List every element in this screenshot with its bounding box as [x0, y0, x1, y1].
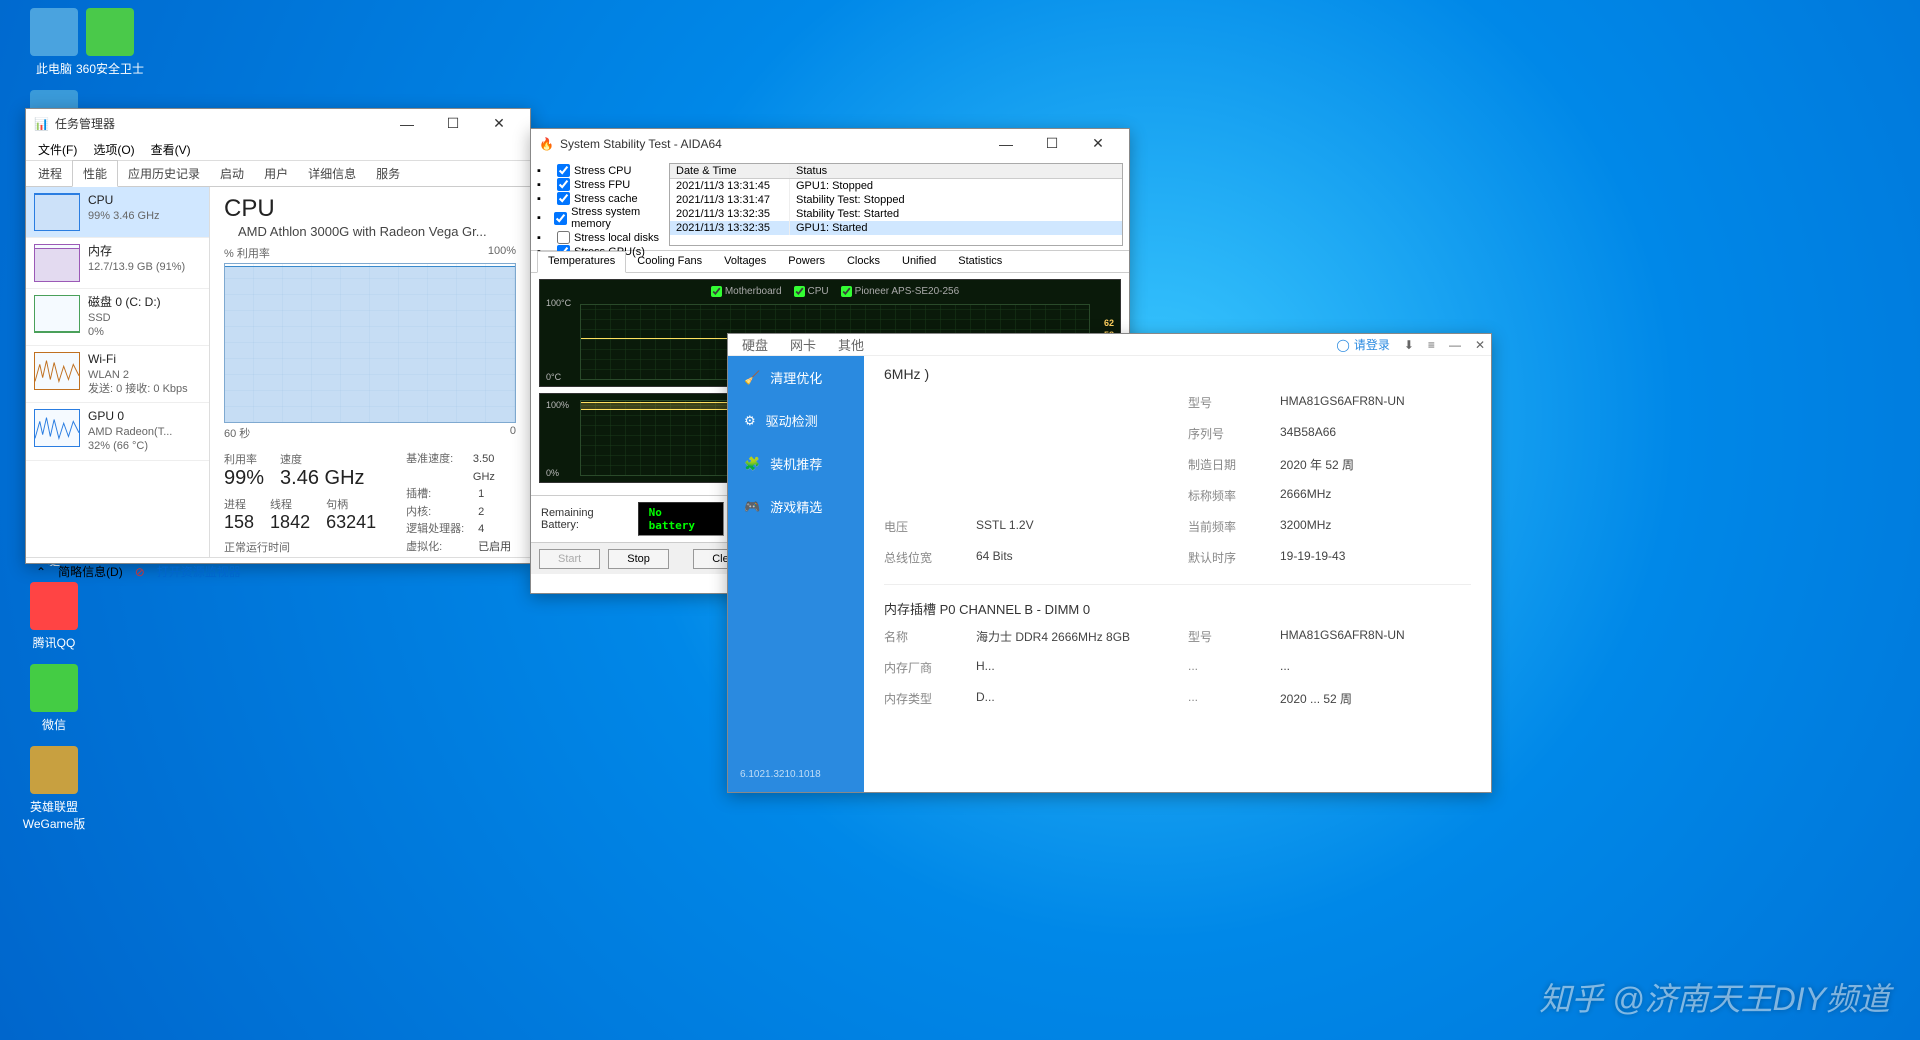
main-panel: 6MHz ) 型号HMA81GS6AFR8N-UN序列号34B58A66制造日期… [864, 356, 1491, 792]
chart-tab[interactable]: Cooling Fans [626, 251, 713, 272]
tab[interactable]: 应用历史记录 [118, 161, 210, 186]
hardware-info-window: 硬盘 网卡 其他 ◯请登录 ⬇ ≡ — ✕ 🧹清理优化⚙驱动检测🧩装机推荐🎮游戏精选… [727, 333, 1492, 793]
titlebar[interactable]: 🔥 System Stability Test - AIDA64 — ☐ ✕ [531, 129, 1129, 159]
section-title: 6MHz ) [884, 366, 1471, 382]
desktop-icon[interactable]: 腾讯QQ [14, 582, 94, 651]
open-resource-monitor-link[interactable]: 打开资源监视器 [157, 563, 241, 580]
sidebar-item[interactable]: 🎮游戏精选 [728, 485, 864, 528]
desktop-icon[interactable]: 360安全卫士 [70, 8, 150, 77]
tab[interactable]: 详细信息 [298, 161, 366, 186]
游戏精选-icon: 🎮 [744, 499, 760, 515]
tab[interactable]: 服务 [366, 161, 410, 186]
close-button[interactable]: ✕ [476, 109, 522, 139]
stress-checkbox[interactable]: ▪ Stress FPU [537, 178, 663, 191]
chart-tab[interactable]: Voltages [713, 251, 777, 272]
app-icon: 📊 [34, 117, 49, 131]
装机推荐-icon: 🧩 [744, 456, 760, 472]
hw-top-tab[interactable]: 硬盘 [742, 335, 768, 354]
perf-sidebar-item[interactable]: 磁盘 0 (C: D:)SSD0% [26, 289, 209, 346]
stress-checkbox[interactable]: ▪ Stress system memory [537, 206, 663, 230]
window-title: System Stability Test - AIDA64 [560, 137, 722, 151]
chart-tab[interactable]: Unified [891, 251, 947, 272]
menu-item[interactable]: 选项(O) [85, 141, 142, 158]
version-label: 6.1021.3210.1018 [728, 761, 833, 788]
close-button[interactable]: ✕ [1475, 338, 1485, 352]
task-manager-window: 📊 任务管理器 — ☐ ✕ 文件(F)选项(O)查看(V) 进程性能应用历史记录启… [25, 108, 531, 564]
start-button[interactable]: Start [539, 549, 600, 569]
window-title: 任务管理器 [55, 115, 115, 132]
event-log: Date & TimeStatus 2021/11/3 13:31:45GPU1… [669, 163, 1123, 246]
maximize-button[interactable]: ☐ [430, 109, 476, 139]
stress-checkbox[interactable]: ▪ Stress CPU [537, 164, 663, 177]
chart-tab[interactable]: Statistics [947, 251, 1013, 272]
perf-sidebar-item[interactable]: Wi-FiWLAN 2发送: 0 接收: 0 Kbps [26, 346, 209, 403]
tab[interactable]: 性能 [72, 160, 118, 187]
log-row[interactable]: 2021/11/3 13:31:45GPU1: Stopped [670, 179, 1122, 193]
perf-sidebar-item[interactable]: CPU99% 3.46 GHz [26, 187, 209, 238]
sidebar-item[interactable]: 🧹清理优化 [728, 356, 864, 399]
desktop-icon[interactable]: 英雄联盟 WeGame版 [14, 746, 94, 832]
perf-sidebar-item[interactable]: GPU 0AMD Radeon(T...32% (66 °C) [26, 403, 209, 460]
log-row[interactable]: 2021/11/3 13:31:47Stability Test: Stoppe… [670, 193, 1122, 207]
flame-icon: 🔥 [539, 137, 554, 151]
desktop-icon[interactable]: 微信 [14, 664, 94, 733]
tab[interactable]: 启动 [210, 161, 254, 186]
perf-sidebar-item[interactable]: 内存12.7/13.9 GB (91%) [26, 238, 209, 289]
清理优化-icon: 🧹 [744, 370, 760, 386]
stress-checkbox[interactable]: ▪ Stress local disks [537, 231, 663, 244]
stress-checkbox[interactable]: ▪ Stress cache [537, 192, 663, 205]
legend-item[interactable]: CPU [794, 286, 829, 297]
footer: ⌃ 简略信息(D) ⊘ 打开资源监视器 [26, 557, 530, 585]
block-icon: ⊘ [135, 565, 145, 579]
chart-tab[interactable]: Clocks [836, 251, 891, 272]
log-row[interactable]: 2021/11/3 13:32:35Stability Test: Starte… [670, 207, 1122, 221]
cpu-name: AMD Athlon 3000G with Radeon Vega Gr... [238, 224, 487, 239]
chevron-up-icon[interactable]: ⌃ [36, 565, 46, 579]
menu-item[interactable]: 文件(F) [30, 141, 85, 158]
hw-top-tab[interactable]: 网卡 [790, 335, 816, 354]
chart-tab[interactable]: Powers [777, 251, 836, 272]
brief-info[interactable]: 简略信息(D) [58, 563, 123, 580]
top-bar: 硬盘 网卡 其他 ◯请登录 ⬇ ≡ — ✕ [728, 334, 1491, 356]
stop-button[interactable]: Stop [608, 549, 669, 569]
titlebar[interactable]: 📊 任务管理器 — ☐ ✕ [26, 109, 530, 139]
close-button[interactable]: ✕ [1075, 129, 1121, 159]
download-icon[interactable]: ⬇ [1404, 338, 1414, 352]
hw-top-tab[interactable]: 其他 [838, 335, 864, 354]
perf-main: CPU AMD Athlon 3000G with Radeon Vega Gr… [210, 187, 530, 557]
login-button[interactable]: ◯请登录 [1336, 336, 1389, 353]
tab[interactable]: 用户 [254, 161, 298, 186]
tab[interactable]: 进程 [28, 161, 72, 186]
menu-icon[interactable]: ≡ [1428, 338, 1435, 352]
minimize-button[interactable]: — [384, 109, 430, 139]
battery-status: No battery [638, 502, 724, 536]
menubar: 文件(F)选项(O)查看(V) [26, 139, 530, 161]
minimize-button[interactable]: — [983, 129, 1029, 159]
tab-bar: 进程性能应用历史记录启动用户详细信息服务 [26, 161, 530, 187]
minimize-button[interactable]: — [1449, 338, 1461, 352]
cpu-heading: CPU [224, 195, 275, 222]
stress-checkboxes: ▪ Stress CPU▪ Stress FPU▪ Stress cache▪ … [531, 159, 669, 250]
log-row[interactable]: 2021/11/3 13:32:35GPU1: Started [670, 221, 1122, 235]
sidebar-item[interactable]: 🧩装机推荐 [728, 442, 864, 485]
cpu-graph [224, 263, 516, 423]
legend-item[interactable]: Pioneer APS-SE20-256 [841, 286, 960, 297]
perf-sidebar: CPU99% 3.46 GHz内存12.7/13.9 GB (91%)磁盘 0 … [26, 187, 210, 557]
chart-tabs: TemperaturesCooling FansVoltagesPowersCl… [531, 251, 1129, 273]
section-header: 内存插槽 P0 CHANNEL B - DIMM 0 [884, 584, 1471, 618]
menu-item[interactable]: 查看(V) [143, 141, 199, 158]
maximize-button[interactable]: ☐ [1029, 129, 1075, 159]
legend-item[interactable]: Motherboard [711, 286, 782, 297]
chart-tab[interactable]: Temperatures [537, 251, 626, 273]
user-icon: ◯ [1336, 338, 1349, 352]
sidebar: 🧹清理优化⚙驱动检测🧩装机推荐🎮游戏精选 6.1021.3210.1018 [728, 356, 864, 792]
驱动检测-icon: ⚙ [744, 413, 756, 429]
sidebar-item[interactable]: ⚙驱动检测 [728, 399, 864, 442]
